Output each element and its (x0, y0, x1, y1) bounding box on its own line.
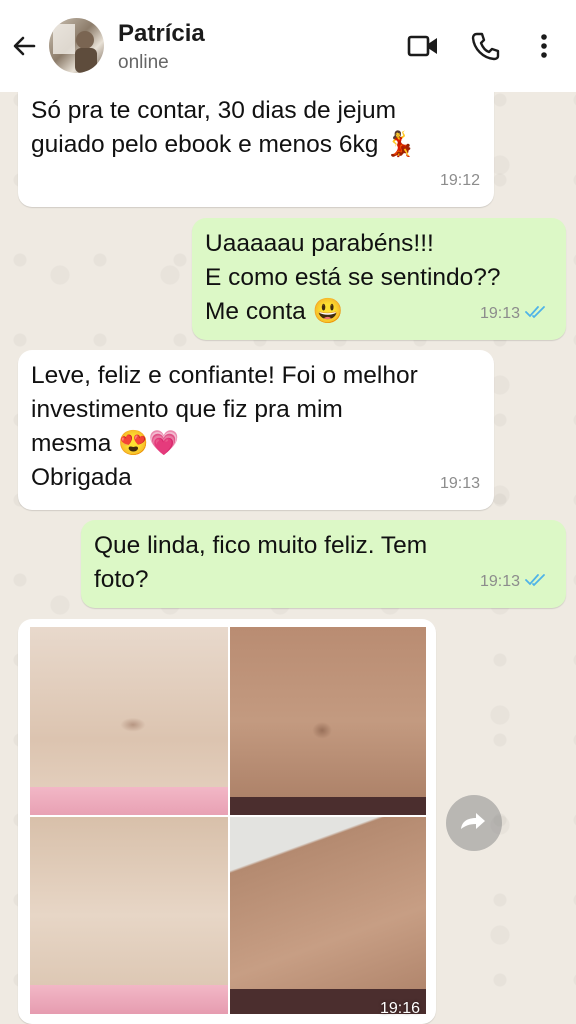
message-bubble-outgoing[interactable]: Que linda, fico muito feliz. Tem foto? 1… (81, 520, 566, 608)
chat-header: Patrícia online (0, 0, 576, 92)
contact-name[interactable]: Patrícia (118, 20, 205, 48)
message-bubble-outgoing[interactable]: Uaaaaau parabéns!!! E como está se senti… (192, 218, 566, 340)
forward-icon[interactable] (446, 795, 502, 851)
message-time: 19:13 (479, 305, 520, 322)
message-time: 19:13 (439, 475, 480, 492)
photo-detail (30, 787, 228, 815)
before-photo-front[interactable] (30, 627, 228, 815)
more-options-icon[interactable] (536, 32, 552, 65)
message-text: Uaaaaau parabéns!!! E como está se senti… (205, 230, 501, 325)
double-check-icon (525, 563, 547, 597)
image-message-bubble[interactable]: 19:16 (18, 619, 436, 1024)
photo-detail (30, 985, 228, 1014)
video-call-icon[interactable] (407, 34, 439, 63)
after-photo-side[interactable] (230, 817, 426, 1014)
phone-icon[interactable] (470, 31, 500, 66)
after-photo-front[interactable] (230, 627, 426, 815)
photo-detail (230, 797, 426, 815)
message-time: 19:16 (379, 1000, 420, 1017)
message-bubble-incoming[interactable]: Leve, feliz e confiante! Foi o melhor in… (18, 350, 494, 510)
message-text: Que linda, fico muito feliz. Tem foto? (94, 532, 428, 593)
message-text: Só pra te contar, 30 dias de jejum guiad… (31, 97, 416, 158)
message-time: 19:12 (439, 172, 480, 189)
contact-status: online (118, 52, 169, 73)
back-arrow-icon[interactable] (8, 28, 40, 64)
double-check-icon (525, 295, 547, 329)
message-text: Leve, feliz e confiante! Foi o melhor in… (31, 362, 418, 491)
before-photo-side[interactable] (30, 817, 228, 1014)
avatar[interactable] (49, 18, 104, 73)
message-time: 19:13 (479, 573, 520, 590)
